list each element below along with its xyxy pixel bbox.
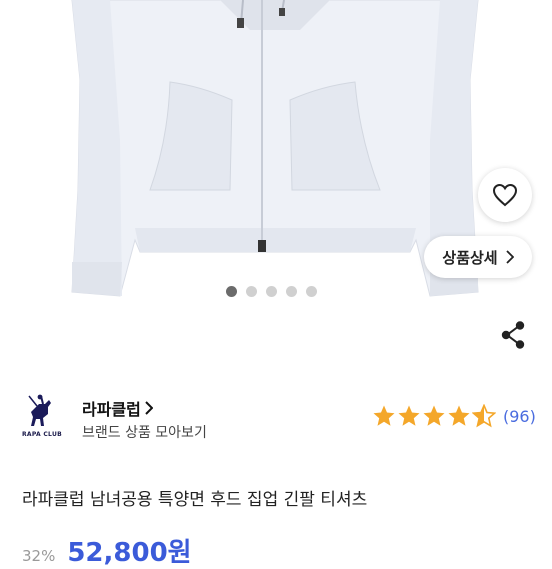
brand-row: RAPA CLUB 라파클럽 브랜드 상품 모아보기 (96)	[0, 392, 552, 448]
product-detail-label: 상품상세	[442, 248, 498, 267]
carousel-dot[interactable]	[246, 286, 257, 297]
star-full-icon	[398, 405, 420, 426]
chevron-right-icon	[505, 250, 514, 264]
carousel-dot[interactable]	[306, 286, 317, 297]
heart-outline-icon	[492, 183, 518, 207]
price-row: 32% 52,800원	[22, 532, 192, 569]
polo-horse-icon	[28, 394, 51, 426]
wishlist-button[interactable]	[478, 168, 532, 222]
rating[interactable]: (96)	[372, 404, 536, 428]
share-icon	[501, 321, 525, 349]
carousel-dot[interactable]	[226, 286, 237, 297]
star-half-icon	[472, 404, 496, 428]
brand-products-link[interactable]: 브랜드 상품 모아보기	[82, 422, 207, 442]
brand-logo[interactable]: RAPA CLUB	[20, 394, 64, 444]
product-title: 라파클럽 남녀공용 특양면 후드 집업 긴팔 티셔츠	[22, 490, 368, 510]
brand-name-link[interactable]: 라파클럽	[82, 396, 153, 420]
star-full-icon	[373, 405, 395, 426]
brand-logo-text: RAPA CLUB	[21, 431, 62, 438]
carousel-dot[interactable]	[286, 286, 297, 297]
carousel-dot[interactable]	[266, 286, 277, 297]
star-full-icon	[423, 405, 445, 426]
chevron-right-icon	[145, 401, 153, 415]
product-detail-button[interactable]: 상품상세	[424, 236, 532, 278]
rating-count[interactable]: (96)	[503, 407, 536, 426]
brand-name: 라파클럽	[82, 400, 141, 419]
share-button[interactable]	[499, 320, 527, 350]
sale-price: 52,800원	[67, 538, 192, 568]
product-image-carousel[interactable]: 상품상세	[0, 0, 552, 310]
discount-rate: 32%	[22, 547, 56, 565]
star-full-icon	[448, 405, 470, 426]
carousel-indicator	[226, 286, 317, 297]
